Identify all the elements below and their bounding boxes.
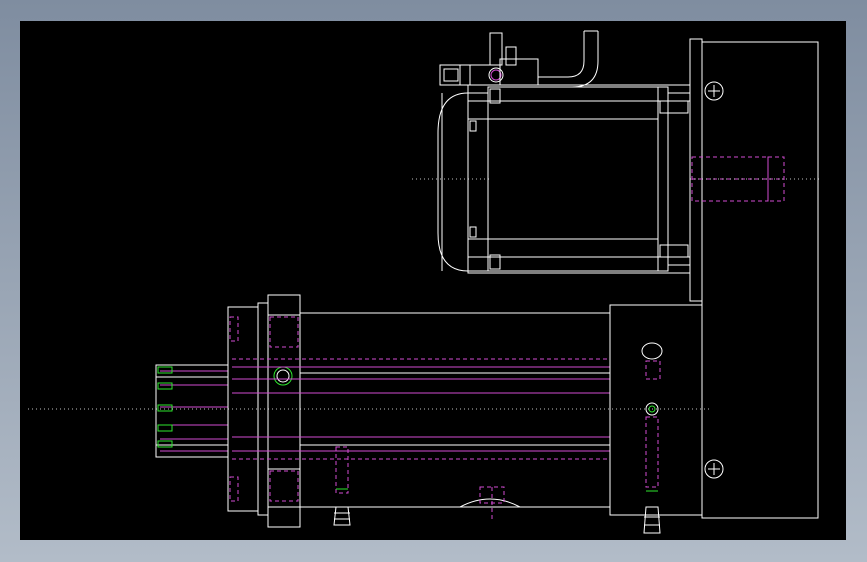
cad-viewport[interactable] — [20, 21, 846, 540]
cross-screw-icon — [704, 459, 724, 479]
cylinder-side-view — [28, 294, 710, 534]
mount-plate — [689, 38, 819, 519]
cad-drawing — [28, 30, 820, 534]
cross-screw-icon — [704, 81, 724, 101]
motor-top-view — [412, 30, 820, 274]
